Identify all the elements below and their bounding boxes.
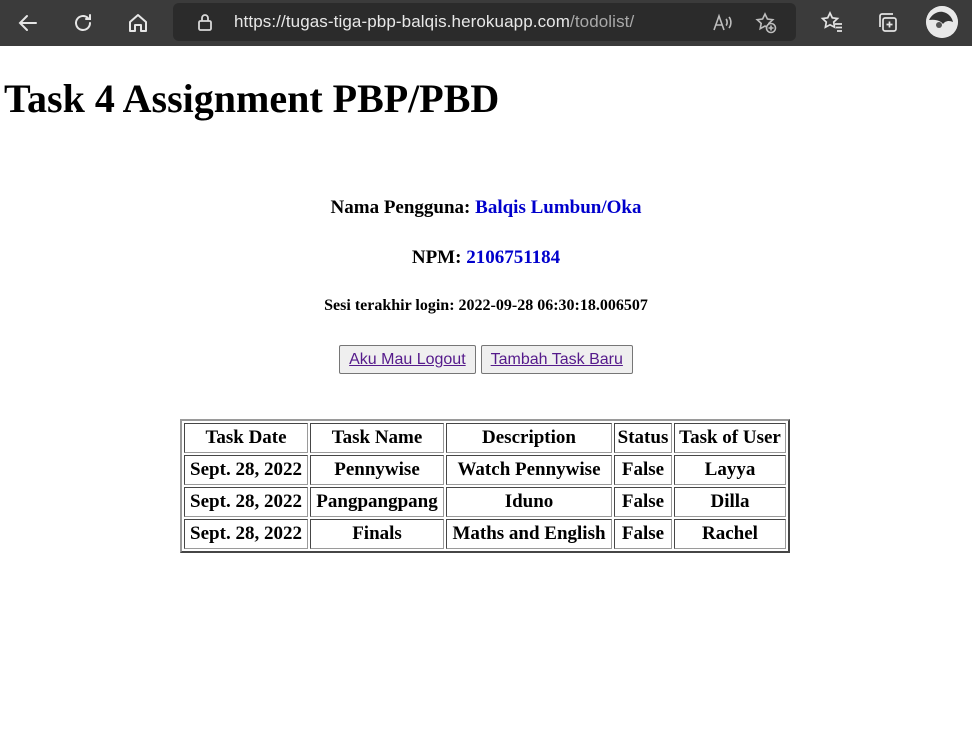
header-task-name: Task Name xyxy=(310,423,444,453)
url-path: /todolist/ xyxy=(570,12,635,31)
profile-avatar[interactable] xyxy=(926,6,958,38)
task-table: Task Date Task Name Description Status T… xyxy=(180,419,790,553)
cell-task-name: Pangpangpang xyxy=(310,487,444,517)
header-description: Description xyxy=(446,423,612,453)
npm-info: NPM: 2106751184 xyxy=(0,247,972,269)
cell-task-of-user: Dilla xyxy=(674,487,786,517)
page-title: Task 4 Assignment PBP/PBD xyxy=(4,76,500,121)
cell-task-name: Pennywise xyxy=(310,455,444,485)
table-row: Sept. 28, 2022 Pennywise Watch Pennywise… xyxy=(184,455,786,485)
cell-description: Watch Pennywise xyxy=(446,455,612,485)
cell-task-name: Finals xyxy=(310,519,444,549)
action-buttons: Aku Mau Logout Tambah Task Baru xyxy=(0,345,972,374)
lock-icon[interactable] xyxy=(195,12,215,32)
cell-task-date: Sept. 28, 2022 xyxy=(184,487,308,517)
url-text[interactable]: https://tugas-tiga-pbp-balqis.herokuapp.… xyxy=(234,12,634,32)
add-favorite-icon[interactable] xyxy=(755,12,777,34)
npm-value: 2106751184 xyxy=(466,247,561,268)
back-icon[interactable] xyxy=(11,6,45,40)
cell-description: Maths and English xyxy=(446,519,612,549)
cell-task-of-user: Rachel xyxy=(674,519,786,549)
address-bar[interactable]: https://tugas-tiga-pbp-balqis.herokuapp.… xyxy=(173,3,796,41)
cell-status: False xyxy=(614,487,672,517)
header-status: Status xyxy=(614,423,672,453)
browser-toolbar: https://tugas-tiga-pbp-balqis.herokuapp.… xyxy=(0,0,972,46)
refresh-icon[interactable] xyxy=(66,6,100,40)
user-label: Nama Pengguna: xyxy=(330,197,471,218)
table-row: Sept. 28, 2022 Pangpangpang Iduno False … xyxy=(184,487,786,517)
user-value: Balqis Lumbun/Oka xyxy=(475,197,642,218)
cell-description: Iduno xyxy=(446,487,612,517)
npm-label: NPM: xyxy=(411,247,462,268)
last-login: Sesi terakhir login: 2022-09-28 06:30:18… xyxy=(324,297,648,314)
collections-icon[interactable] xyxy=(875,10,899,34)
table-header-row: Task Date Task Name Description Status T… xyxy=(184,423,786,453)
cell-task-of-user: Layya xyxy=(674,455,786,485)
cell-task-date: Sept. 28, 2022 xyxy=(184,455,308,485)
logout-button[interactable]: Aku Mau Logout xyxy=(339,345,476,374)
favorites-icon[interactable] xyxy=(820,10,844,34)
user-info: Nama Pengguna: Balqis Lumbun/Oka xyxy=(0,197,972,219)
header-task-of-user: Task of User xyxy=(674,423,786,453)
home-icon[interactable] xyxy=(121,6,155,40)
table-row: Sept. 28, 2022 Finals Maths and English … xyxy=(184,519,786,549)
header-task-date: Task Date xyxy=(184,423,308,453)
cell-task-date: Sept. 28, 2022 xyxy=(184,519,308,549)
cell-status: False xyxy=(614,455,672,485)
add-task-button[interactable]: Tambah Task Baru xyxy=(480,345,633,374)
cell-status: False xyxy=(614,519,672,549)
read-aloud-icon[interactable] xyxy=(711,12,733,34)
url-host: https://tugas-tiga-pbp-balqis.herokuapp.… xyxy=(234,12,570,31)
